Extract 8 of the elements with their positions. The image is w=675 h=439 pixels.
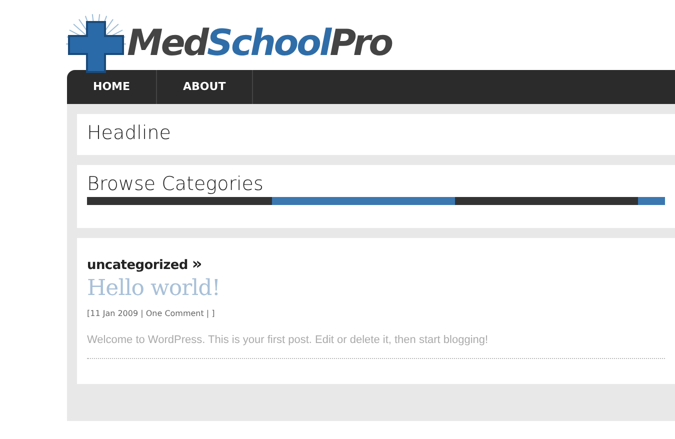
arrow-text: » <box>192 253 202 275</box>
category-link[interactable]: uncategorized <box>87 256 188 276</box>
site-logo[interactable]: MedSchoolPro <box>127 26 392 62</box>
post-excerpt: Welcome to WordPress. This is your first post. Edit or delete it, then start blogging! <box>87 333 490 348</box>
cross-logo-icon <box>63 14 129 74</box>
panel-title: Browse Categories <box>87 173 264 195</box>
panel-title: Headline <box>87 122 172 144</box>
post-meta: [11 Jan 2009 | One Comment | ] <box>87 308 216 320</box>
